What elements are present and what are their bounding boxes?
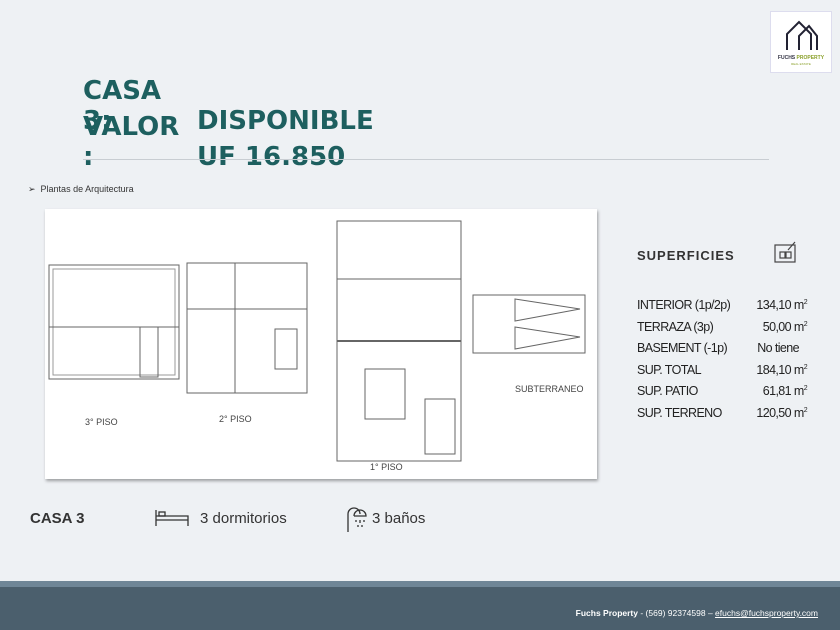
surface-row: INTERIOR (1p/2p) 134,10 m2 [637,298,808,320]
surface-value: 134,10 m2 [756,298,807,312]
bed-icon [154,508,190,533]
blueprint-icon [772,240,798,271]
casa-label: CASA 3 [30,510,85,527]
svg-text:FUCHS PROPERTY: FUCHS PROPERTY [778,55,825,61]
svg-text:REAL ESTATE: REAL ESTATE [791,62,811,66]
surface-label: SUP. TERRENO [637,405,722,420]
price-label: VALOR : [83,112,180,172]
fuchs-property-logo: FUCHS PROPERTY REAL ESTATE [770,11,832,73]
plan-label-2nd-floor: 2° PISO [219,414,252,424]
bedrooms-count: 3 dormitorios [200,510,287,527]
section-bullet: ➢ Plantas de Arquitectura [28,184,134,194]
plan-label-basement: SUBTERRANEO [515,384,584,394]
footer-bar [0,581,840,630]
surface-row: SUP. PATIO 61,81 m2 [637,384,808,406]
superficies-table: INTERIOR (1p/2p) 134,10 m2 TERRAZA (3p) 50… [637,298,808,428]
surface-row: SUP. TOTAL 184,10 m2 [637,362,808,385]
surface-label: INTERIOR (1p/2p) [637,298,731,312]
divider [83,159,769,160]
bathrooms-count: 3 baños [372,510,426,527]
surface-label: BASEMENT (-1p) [637,341,728,355]
footer-contact: Fuchs Property - (569) 92374598 – efuchs… [576,608,818,618]
section-label: Plantas de Arquitectura [40,184,134,194]
surface-row: TERRAZA (3p) 50,00 m2 [637,319,808,342]
surface-value: No tiene [757,341,799,355]
surface-value: 184,10 m2 [756,362,807,377]
superficies-title: SUPERFICIES [637,248,735,263]
surface-label: SUP. PATIO [637,384,698,398]
shower-icon [344,506,368,537]
floor-plan-image: 3° PISO 2° PISO 1° PISO SUBTERRANEO [45,209,597,479]
footer-company: Fuchs Property [575,608,638,618]
footer-phone: - (569) 92374598 – [638,608,716,618]
plan-label-1st-floor: 1° PISO [370,462,403,472]
surface-label: TERRAZA (3p) [637,319,714,334]
surface-value: 61,81 m2 [762,384,808,398]
footer-email-link[interactable]: efuchs@fuchsproperty.com [715,608,818,618]
surface-value: 50,00 m2 [762,319,808,334]
price-value: UF 16.850 [197,142,346,172]
surface-row: BASEMENT (-1p) No tiene [637,341,807,363]
price-heading: VALOR : UF 16.850 [83,112,345,172]
surface-value: 120,50 m2 [756,405,807,420]
surface-row: SUP. TERRENO 120,50 m2 [637,405,808,428]
plan-label-3rd-floor: 3° PISO [85,417,118,427]
surface-label: SUP. TOTAL [637,362,702,377]
